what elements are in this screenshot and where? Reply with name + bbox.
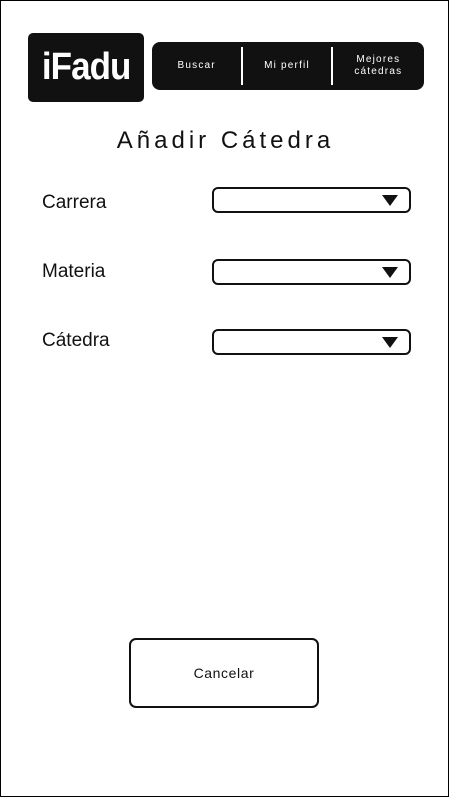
page-title: Añadir Cátedra — [116, 127, 335, 154]
carrera-label: Carrera — [42, 192, 107, 213]
catedra-label: Cátedra — [42, 330, 110, 351]
materia-label: Materia — [42, 261, 106, 282]
top-navbar: Buscar Mi perfil Mejores cátedras — [152, 42, 424, 90]
logo-text: iFadu — [41, 46, 132, 88]
materia-select[interactable] — [212, 259, 411, 285]
catedra-select[interactable] — [212, 329, 411, 355]
nav-mi-perfil[interactable]: Mi perfil — [243, 42, 330, 90]
chevron-down-icon — [382, 337, 398, 348]
chevron-down-icon — [382, 195, 398, 206]
nav-buscar[interactable]: Buscar — [152, 42, 241, 90]
app-screen: iFadu Buscar Mi perfil Mejores cátedras … — [0, 0, 449, 797]
carrera-select[interactable] — [212, 187, 411, 213]
nav-mejores-catedras[interactable]: Mejores cátedras — [333, 42, 424, 90]
cancel-button[interactable]: Cancelar — [129, 638, 319, 708]
app-logo[interactable]: iFadu — [28, 33, 144, 102]
chevron-down-icon — [382, 267, 398, 278]
